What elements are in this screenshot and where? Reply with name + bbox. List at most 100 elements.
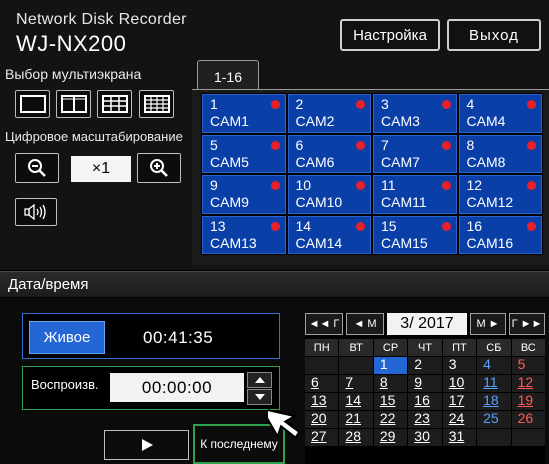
calendar-day[interactable]: 16 (408, 393, 442, 410)
camera-number: 4 (466, 96, 475, 112)
time-spin-up-button[interactable] (247, 372, 272, 388)
calendar-day[interactable]: 31 (442, 429, 477, 446)
exit-button[interactable]: Выход (447, 19, 541, 51)
recording-dot-icon (441, 100, 451, 109)
camera-name: CAM3 (381, 113, 420, 129)
calendar-day[interactable]: 22 (373, 411, 408, 428)
calendar-day[interactable]: 10 (442, 375, 477, 392)
camera-tile[interactable]: 1 CAM1 (202, 94, 286, 133)
camera-name: CAM11 (381, 194, 427, 210)
playback-time-input[interactable]: 00:00:00 (110, 373, 244, 402)
layout-16-screen-button[interactable] (139, 90, 174, 118)
calendar-day[interactable]: 8 (373, 375, 408, 392)
camera-name: CAM14 (295, 234, 343, 251)
calendar-next-month-button[interactable]: М ► (470, 313, 506, 335)
live-time: 00:41:35 (143, 328, 214, 347)
live-button[interactable]: Живое (29, 321, 105, 354)
calendar-weekday: ПТ (442, 339, 477, 356)
recording-dot-icon (527, 221, 536, 231)
camera-name: CAM1 (210, 113, 249, 129)
camera-tile[interactable]: 13 CAM13 (202, 215, 286, 254)
layout-4-screen-button[interactable] (56, 90, 91, 118)
recording-dot-icon (441, 140, 451, 150)
calendar-day[interactable]: 3 (442, 357, 477, 374)
calendar-weekday: ВС (511, 339, 545, 356)
camera-tile[interactable]: 5 CAM5 (202, 134, 286, 173)
camera-name: CAM2 (295, 113, 335, 129)
camera-name: CAM6 (295, 153, 335, 170)
calendar-day[interactable]: 12 (511, 375, 545, 392)
calendar-day[interactable]: 14 (339, 393, 373, 410)
triangle-down-icon (254, 394, 265, 400)
camera-tile[interactable]: 7 CAM7 (373, 134, 457, 173)
recording-dot-icon (356, 221, 365, 231)
camera-tile[interactable]: 6 CAM6 (287, 134, 371, 173)
camera-tile[interactable]: 4 CAM4 (458, 94, 542, 133)
calendar-day[interactable]: 15 (373, 393, 408, 410)
camera-number: 3 (381, 96, 389, 112)
camera-tile[interactable]: 14 CAM14 (287, 215, 371, 254)
camera-tile[interactable]: 2 CAM2 (287, 94, 371, 133)
calendar-prev-month-button[interactable]: ◄ М (346, 313, 384, 335)
calendar-day[interactable]: 30 (408, 429, 442, 446)
camera-tile[interactable]: 11 CAM11 (373, 175, 457, 214)
calendar-day[interactable]: 18 (477, 393, 511, 410)
camera-tile[interactable]: 16 CAM16 (458, 215, 542, 254)
calendar-empty-cell (477, 429, 511, 446)
camera-name: CAM4 (466, 113, 506, 129)
camera-tile[interactable]: 15 CAM15 (373, 215, 457, 254)
calendar-day[interactable]: 28 (339, 429, 373, 446)
recording-dot-icon (356, 100, 365, 109)
calendar-prev-year-button[interactable]: ◄◄ Г (305, 313, 343, 335)
recording-dot-icon (270, 181, 280, 190)
calendar-day[interactable]: 4 (477, 357, 511, 374)
camera-name: CAM15 (381, 234, 428, 251)
recording-dot-icon (527, 181, 536, 190)
layout-1-screen-button[interactable] (15, 90, 50, 118)
calendar-day[interactable]: 26 (511, 411, 545, 428)
calendar-day[interactable]: 25 (477, 411, 511, 428)
camera-tile[interactable]: 10 CAM10 (287, 175, 371, 214)
calendar-day[interactable]: 19 (511, 393, 545, 410)
calendar-day[interactable]: 17 (442, 393, 477, 410)
recording-dot-icon (356, 140, 365, 150)
calendar-day[interactable]: 1 (373, 357, 408, 374)
calendar-weekday: СР (373, 339, 408, 356)
camera-tile[interactable]: 12 CAM12 (458, 175, 542, 214)
camera-name: CAM9 (210, 194, 249, 210)
layout-9-screen-button[interactable] (97, 90, 132, 118)
calendar-grid: ПН ВТ СР ЧТ ПТ СБ ВС 1 2 3 4 5 6 7 8 9 10 11 12 13 14 15 16 17 1… (305, 339, 545, 446)
camera-number: 5 (210, 136, 218, 153)
audio-button[interactable] (15, 198, 57, 226)
calendar-weekday: ЧТ (408, 339, 442, 356)
calendar-next-year-button[interactable]: Г ►► (509, 313, 545, 335)
calendar-day[interactable]: 7 (339, 375, 373, 392)
calendar-day[interactable]: 6 (305, 375, 339, 392)
camera-name: CAM5 (210, 153, 249, 170)
play-button[interactable] (104, 430, 189, 460)
calendar-day[interactable]: 24 (442, 411, 477, 428)
camera-tile[interactable]: 9 CAM9 (202, 175, 286, 214)
digital-zoom-label: Цифровое масштабирование (5, 129, 183, 144)
playback-label: Воспроизв. (31, 377, 99, 392)
camera-tile[interactable]: 8 CAM8 (458, 134, 542, 173)
4-screen-icon (60, 95, 87, 113)
calendar-day[interactable]: 11 (477, 375, 511, 392)
zoom-in-button[interactable] (137, 153, 181, 183)
zoom-level-display: ×1 (71, 156, 131, 182)
calendar-day[interactable]: 9 (408, 375, 442, 392)
zoom-out-button[interactable] (15, 153, 59, 183)
calendar-weekday: ВТ (339, 339, 373, 356)
settings-button[interactable]: Настройка (340, 19, 440, 51)
tab-cameras-1-16[interactable]: 1-16 (197, 60, 259, 92)
calendar-day[interactable]: 2 (408, 357, 442, 374)
camera-number: 2 (295, 96, 304, 112)
zoom-in-icon (150, 159, 168, 177)
calendar-day[interactable]: 23 (408, 411, 442, 428)
camera-tile[interactable]: 3 CAM3 (373, 94, 457, 133)
camera-number: 11 (381, 177, 396, 193)
calendar-day[interactable]: 5 (511, 357, 545, 374)
calendar-day[interactable]: 29 (373, 429, 408, 446)
camera-number: 7 (381, 136, 389, 153)
calendar-day[interactable]: 21 (339, 411, 373, 428)
